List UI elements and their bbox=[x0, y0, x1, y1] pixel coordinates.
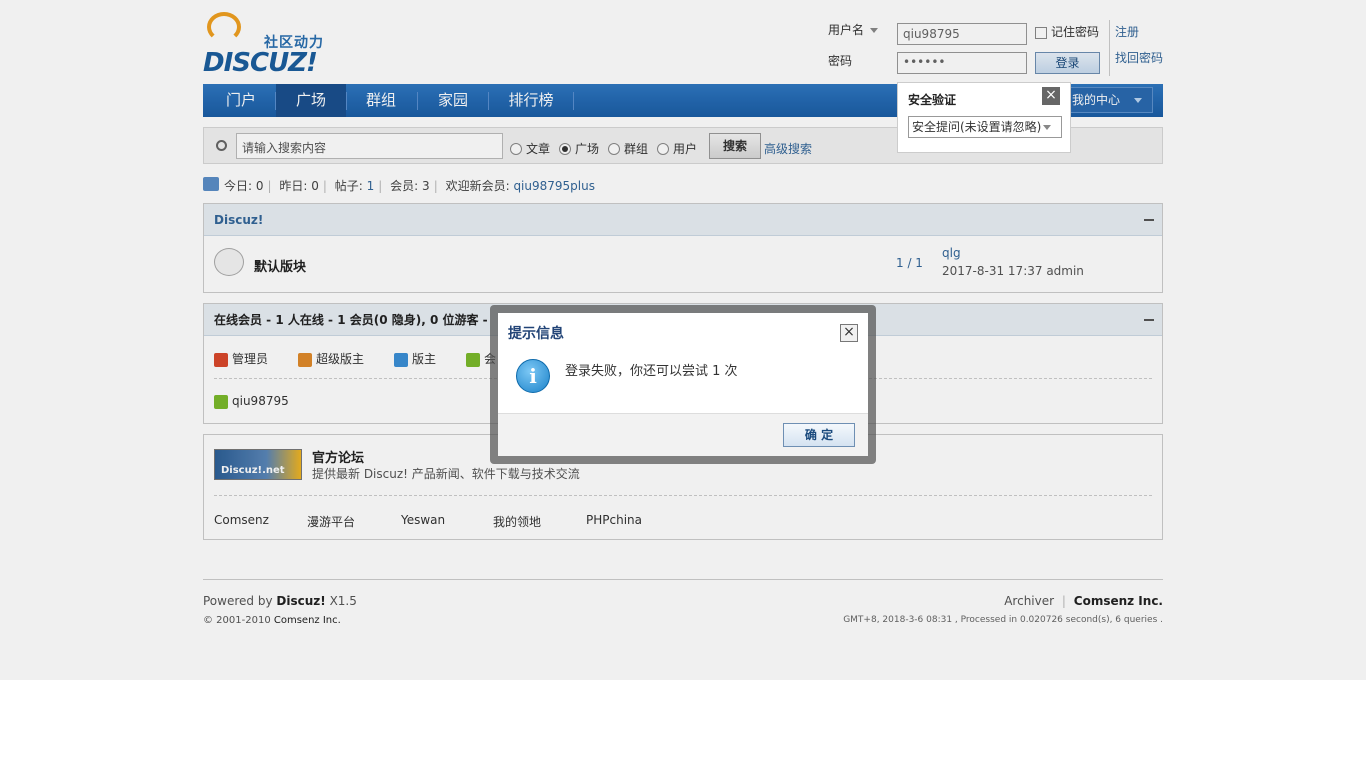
alert-dialog: 提示信息 × i 登录失败，你还可以尝试 1 次 确 定 bbox=[498, 313, 868, 456]
page: 社区动力 DISCUZ! 用户名 qiu98795 记住密码 注册 密码 •••… bbox=[0, 0, 1366, 680]
info-icon: i bbox=[516, 359, 550, 393]
chevron-down-icon bbox=[1043, 125, 1052, 130]
security-question-select[interactable]: 安全提问(未设置请忽略) bbox=[908, 116, 1062, 138]
ok-button[interactable]: 确 定 bbox=[783, 423, 855, 447]
security-title: 安全验证 bbox=[908, 93, 957, 107]
security-select-value: 安全提问(未设置请忽略) bbox=[912, 120, 1042, 134]
dialog-message: 登录失败，你还可以尝试 1 次 bbox=[565, 364, 738, 379]
close-icon[interactable]: × bbox=[1042, 87, 1060, 105]
security-popup: 安全验证 × 安全提问(未设置请忽略) bbox=[897, 82, 1071, 153]
dialog-title: 提示信息 bbox=[508, 326, 564, 342]
alert-dialog-frame: 提示信息 × i 登录失败，你还可以尝试 1 次 确 定 bbox=[490, 305, 876, 464]
close-icon[interactable]: × bbox=[840, 324, 858, 342]
dialog-footer: 确 定 bbox=[498, 413, 868, 456]
